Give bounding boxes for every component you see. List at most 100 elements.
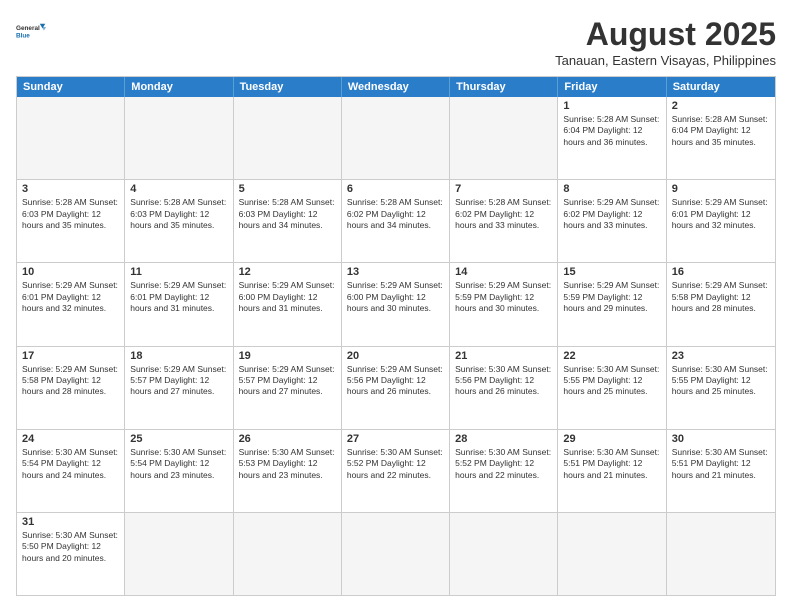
day-info: Sunrise: 5:29 AM Sunset: 5:58 PM Dayligh…	[672, 280, 770, 314]
day-info: Sunrise: 5:29 AM Sunset: 5:57 PM Dayligh…	[239, 364, 336, 398]
day-info: Sunrise: 5:30 AM Sunset: 5:55 PM Dayligh…	[563, 364, 660, 398]
day-info: Sunrise: 5:28 AM Sunset: 6:03 PM Dayligh…	[239, 197, 336, 231]
calendar-cell	[558, 513, 666, 595]
calendar-week-3: 17 Sunrise: 5:29 AM Sunset: 5:58 PM Dayli…	[17, 346, 775, 429]
title-section: August 2025 Tanauan, Eastern Visayas, Ph…	[555, 16, 776, 68]
calendar-cell: 2 Sunrise: 5:28 AM Sunset: 6:04 PM Daylig…	[667, 97, 775, 179]
day-number: 1	[563, 100, 660, 112]
day-number: 2	[672, 100, 770, 112]
day-info: Sunrise: 5:30 AM Sunset: 5:51 PM Dayligh…	[563, 447, 660, 481]
month-title: August 2025	[555, 16, 776, 53]
day-number: 16	[672, 266, 770, 278]
day-info: Sunrise: 5:29 AM Sunset: 5:58 PM Dayligh…	[22, 364, 119, 398]
calendar-cell: 30Sunrise: 5:30 AM Sunset: 5:51 PM Dayli…	[667, 430, 775, 512]
calendar-cell: 25Sunrise: 5:30 AM Sunset: 5:54 PM Dayli…	[125, 430, 233, 512]
logo: GeneralBlue	[16, 16, 48, 48]
page: GeneralBlue August 2025 Tanauan, Eastern…	[0, 0, 792, 612]
calendar: Sunday Monday Tuesday Wednesday Thursday…	[16, 76, 776, 596]
calendar-cell: 6 Sunrise: 5:28 AM Sunset: 6:02 PM Daylig…	[342, 180, 450, 262]
day-number: 31	[22, 516, 119, 528]
day-info: Sunrise: 5:29 AM Sunset: 6:01 PM Dayligh…	[672, 197, 770, 231]
calendar-cell: 11Sunrise: 5:29 AM Sunset: 6:01 PM Dayli…	[125, 263, 233, 345]
day-number: 21	[455, 350, 552, 362]
calendar-cell: 28 Sunrise: 5:30 AM Sunset: 5:52 PM Dayli…	[450, 430, 558, 512]
day-info: Sunrise: 5:29 AM Sunset: 6:00 PM Dayligh…	[239, 280, 336, 314]
calendar-cell	[125, 97, 233, 179]
calendar-cell: 31 Sunrise: 5:30 AM Sunset: 5:50 PM Dayli…	[17, 513, 125, 595]
svg-text:General: General	[16, 25, 40, 32]
calendar-cell: 15Sunrise: 5:29 AM Sunset: 5:59 PM Dayli…	[558, 263, 666, 345]
day-info: Sunrise: 5:29 AM Sunset: 6:00 PM Dayligh…	[347, 280, 444, 314]
day-number: 29	[563, 433, 660, 445]
calendar-cell: 23 Sunrise: 5:30 AM Sunset: 5:55 PM Dayli…	[667, 347, 775, 429]
header-saturday: Saturday	[667, 77, 775, 97]
calendar-cell	[450, 513, 558, 595]
calendar-cell: 19 Sunrise: 5:29 AM Sunset: 5:57 PM Dayli…	[234, 347, 342, 429]
calendar-cell: 1Sunrise: 5:28 AM Sunset: 6:04 PM Daylig…	[558, 97, 666, 179]
day-number: 24	[22, 433, 119, 445]
day-number: 27	[347, 433, 444, 445]
calendar-cell: 27 Sunrise: 5:30 AM Sunset: 5:52 PM Dayli…	[342, 430, 450, 512]
day-info: Sunrise: 5:29 AM Sunset: 5:59 PM Dayligh…	[455, 280, 552, 314]
day-number: 30	[672, 433, 770, 445]
calendar-week-4: 24 Sunrise: 5:30 AM Sunset: 5:54 PM Dayli…	[17, 429, 775, 512]
header-thursday: Thursday	[450, 77, 558, 97]
calendar-body: 1 Sunrise: 5:28 AM Sunset: 6:04 PM Daylig…	[17, 97, 775, 595]
day-number: 3	[22, 183, 119, 195]
day-info: Sunrise: 5:29 AM Sunset: 5:57 PM Dayligh…	[130, 364, 227, 398]
calendar-cell: 10Sunrise: 5:29 AM Sunset: 6:01 PM Dayli…	[17, 263, 125, 345]
calendar-cell: 9 Sunrise: 5:29 AM Sunset: 6:01 PM Daylig…	[667, 180, 775, 262]
calendar-cell: 14 Sunrise: 5:29 AM Sunset: 5:59 PM Dayli…	[450, 263, 558, 345]
day-number: 23	[672, 350, 770, 362]
day-info: Sunrise: 5:28 AM Sunset: 6:02 PM Dayligh…	[347, 197, 444, 231]
calendar-cell	[234, 97, 342, 179]
day-number: 14	[455, 266, 552, 278]
day-info: Sunrise: 5:30 AM Sunset: 5:52 PM Dayligh…	[455, 447, 552, 481]
calendar-cell: 24 Sunrise: 5:30 AM Sunset: 5:54 PM Dayli…	[17, 430, 125, 512]
day-number: 8	[563, 183, 660, 195]
day-number: 7	[455, 183, 552, 195]
day-number: 19	[239, 350, 336, 362]
header-wednesday: Wednesday	[342, 77, 450, 97]
day-info: Sunrise: 5:29 AM Sunset: 5:56 PM Dayligh…	[347, 364, 444, 398]
header-sunday: Sunday	[17, 77, 125, 97]
day-number: 20	[347, 350, 444, 362]
header: GeneralBlue August 2025 Tanauan, Eastern…	[16, 16, 776, 68]
calendar-cell: 17 Sunrise: 5:29 AM Sunset: 5:58 PM Dayli…	[17, 347, 125, 429]
day-number: 15	[563, 266, 660, 278]
calendar-week-1: 3 Sunrise: 5:28 AM Sunset: 6:03 PM Daylig…	[17, 179, 775, 262]
calendar-cell: 12 Sunrise: 5:29 AM Sunset: 6:00 PM Dayli…	[234, 263, 342, 345]
header-friday: Friday	[558, 77, 666, 97]
day-info: Sunrise: 5:28 AM Sunset: 6:04 PM Dayligh…	[672, 114, 770, 148]
calendar-cell: 7Sunrise: 5:28 AM Sunset: 6:02 PM Daylig…	[450, 180, 558, 262]
day-info: Sunrise: 5:30 AM Sunset: 5:50 PM Dayligh…	[22, 530, 119, 564]
header-tuesday: Tuesday	[234, 77, 342, 97]
day-info: Sunrise: 5:30 AM Sunset: 5:54 PM Dayligh…	[130, 447, 227, 481]
day-number: 5	[239, 183, 336, 195]
calendar-cell	[125, 513, 233, 595]
calendar-cell	[342, 97, 450, 179]
calendar-week-5: 31 Sunrise: 5:30 AM Sunset: 5:50 PM Dayli…	[17, 512, 775, 595]
day-number: 6	[347, 183, 444, 195]
day-number: 10	[22, 266, 119, 278]
calendar-cell: 16 Sunrise: 5:29 AM Sunset: 5:58 PM Dayli…	[667, 263, 775, 345]
day-number: 9	[672, 183, 770, 195]
calendar-cell: 18Sunrise: 5:29 AM Sunset: 5:57 PM Dayli…	[125, 347, 233, 429]
day-number: 12	[239, 266, 336, 278]
day-info: Sunrise: 5:30 AM Sunset: 5:52 PM Dayligh…	[347, 447, 444, 481]
header-monday: Monday	[125, 77, 233, 97]
day-number: 28	[455, 433, 552, 445]
day-info: Sunrise: 5:30 AM Sunset: 5:53 PM Dayligh…	[239, 447, 336, 481]
day-info: Sunrise: 5:30 AM Sunset: 5:55 PM Dayligh…	[672, 364, 770, 398]
day-number: 17	[22, 350, 119, 362]
day-number: 4	[130, 183, 227, 195]
calendar-cell: 20 Sunrise: 5:29 AM Sunset: 5:56 PM Dayli…	[342, 347, 450, 429]
day-info: Sunrise: 5:29 AM Sunset: 6:02 PM Dayligh…	[563, 197, 660, 231]
day-info: Sunrise: 5:30 AM Sunset: 5:54 PM Dayligh…	[22, 447, 119, 481]
svg-text:Blue: Blue	[16, 32, 30, 39]
calendar-cell: 3Sunrise: 5:28 AM Sunset: 6:03 PM Daylig…	[17, 180, 125, 262]
day-info: Sunrise: 5:29 AM Sunset: 6:01 PM Dayligh…	[130, 280, 227, 314]
day-info: Sunrise: 5:28 AM Sunset: 6:03 PM Dayligh…	[130, 197, 227, 231]
day-number: 13	[347, 266, 444, 278]
calendar-week-2: 10 Sunrise: 5:29 AM Sunset: 6:01 PM Dayli…	[17, 262, 775, 345]
